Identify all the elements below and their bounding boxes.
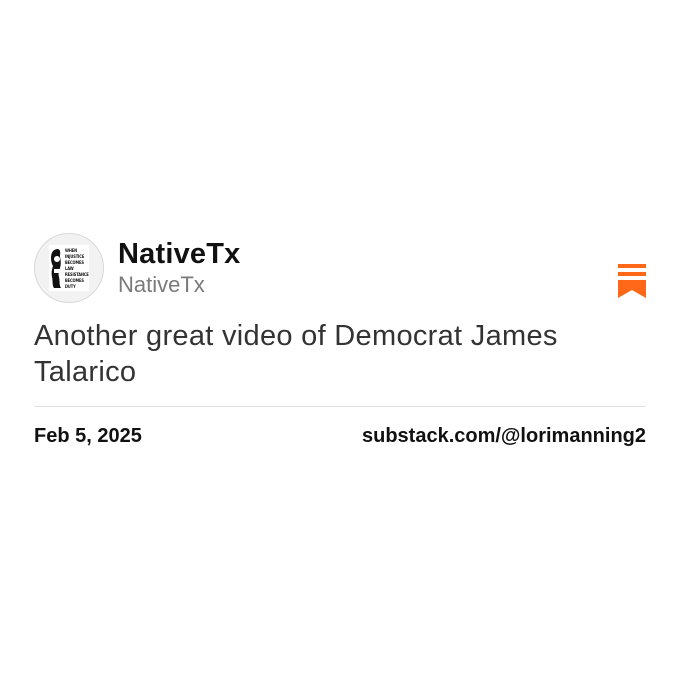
substack-bookmark-icon[interactable] xyxy=(618,264,646,298)
author-info: NativeTx NativeTx xyxy=(118,237,241,299)
silhouette-icon xyxy=(51,249,61,288)
avatar-line: DUTY xyxy=(65,283,76,289)
author-handle[interactable]: NativeTx xyxy=(118,271,241,299)
display-name[interactable]: NativeTx xyxy=(118,237,241,271)
avatar-text: WHEN INJUSTICE BECOMES LAW RESISTANCE BE… xyxy=(65,248,89,289)
avatar-line: INJUSTICE xyxy=(65,253,85,259)
source-link[interactable]: substack.com/@lorimanning2 xyxy=(362,425,646,448)
post-text: Another great video of Democrat James Ta… xyxy=(34,320,558,388)
avatar-line: RESISTANCE xyxy=(65,271,89,277)
post-footer: Feb 5, 2025 substack.com/@lorimanning2 xyxy=(34,425,646,448)
avatar-line: BECOMES xyxy=(65,277,84,283)
post-card: WHEN INJUSTICE BECOMES LAW RESISTANCE BE… xyxy=(34,232,646,448)
avatar[interactable]: WHEN INJUSTICE BECOMES LAW RESISTANCE BE… xyxy=(34,233,104,303)
post-header: WHEN INJUSTICE BECOMES LAW RESISTANCE BE… xyxy=(34,232,646,304)
post-date: Feb 5, 2025 xyxy=(34,425,142,447)
avatar-line: WHEN xyxy=(65,247,78,253)
avatar-image: WHEN INJUSTICE BECOMES LAW RESISTANCE BE… xyxy=(49,245,89,291)
divider xyxy=(34,406,646,407)
avatar-line: LAW xyxy=(65,265,74,271)
avatar-line: BECOMES xyxy=(65,259,84,265)
